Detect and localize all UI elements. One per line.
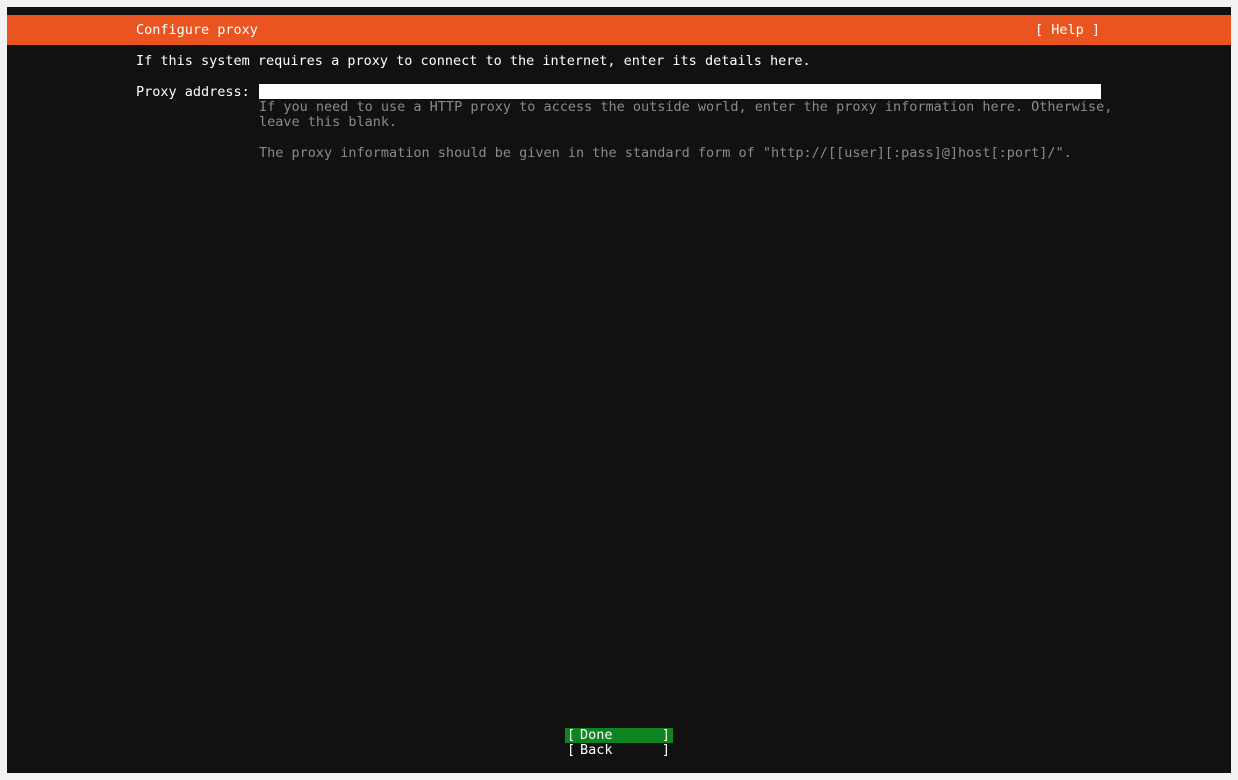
page-title: Configure proxy [136, 22, 258, 38]
back-button-label: Back [580, 742, 613, 758]
intro-text: If this system requires a proxy to conne… [136, 53, 811, 69]
header-bar: Configure proxy [ Help ] [7, 15, 1231, 45]
back-button[interactable]: [ Back ] [565, 743, 673, 758]
bracket-open: [ [567, 727, 576, 743]
done-button[interactable]: [ Done ] [565, 728, 673, 743]
bracket-close: ] [661, 727, 670, 743]
done-button-label: Done [580, 727, 613, 743]
installer-screen: Configure proxy [ Help ] If this system … [7, 7, 1231, 773]
proxy-address-input[interactable] [259, 84, 1101, 99]
proxy-help-text: If you need to use a HTTP proxy to acces… [259, 99, 1113, 115]
help-button[interactable]: [ Help ] [1035, 22, 1100, 38]
proxy-format-hint: The proxy information should be given in… [259, 145, 1072, 161]
bracket-open: [ [567, 742, 576, 758]
proxy-address-label: Proxy address: [136, 84, 250, 100]
proxy-help-text: leave this blank. [259, 114, 398, 130]
bracket-close: ] [661, 742, 670, 758]
